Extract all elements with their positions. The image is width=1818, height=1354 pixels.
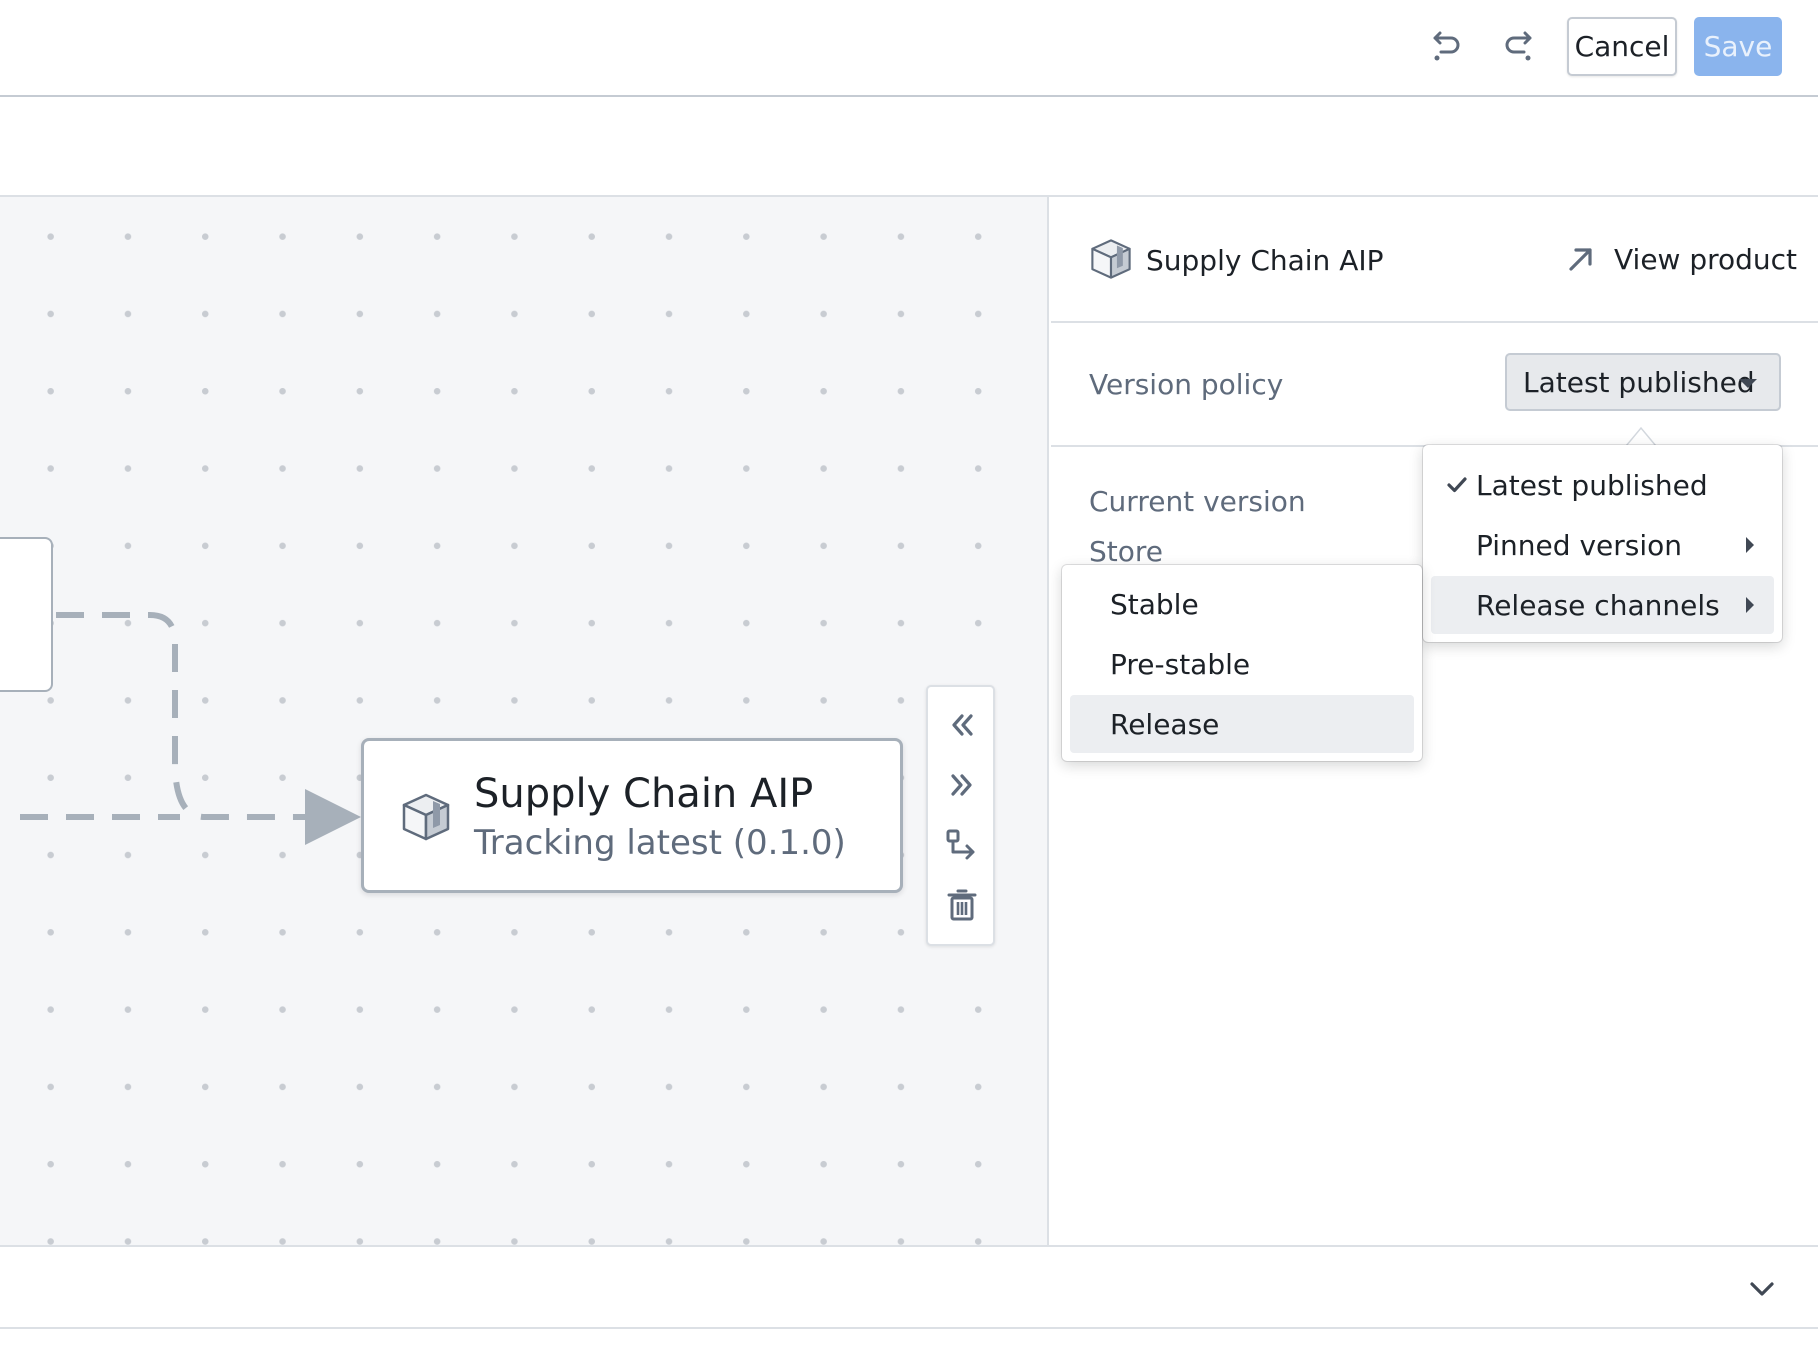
version-policy-value: Latest published [1523, 365, 1755, 399]
caret-right-icon [1746, 597, 1754, 613]
cube-icon [1091, 239, 1131, 279]
menu-item-label: Release [1110, 707, 1220, 741]
version-policy-row: Version policy Latest published [1051, 323, 1818, 447]
node-subtitle: Tracking latest (0.1.0) [474, 823, 846, 863]
cancel-button[interactable]: Cancel [1567, 17, 1677, 76]
top-toolbar: Cancel Save [0, 0, 1818, 97]
checkmark-icon [1447, 477, 1467, 493]
version-policy-select[interactable]: Latest published [1505, 353, 1781, 411]
view-product-label: View product [1614, 242, 1798, 276]
caret-right-icon [1746, 537, 1754, 553]
route-icon[interactable] [937, 820, 987, 870]
trash-icon[interactable] [937, 880, 987, 930]
channel-item-stable[interactable]: Stable [1070, 575, 1414, 633]
menu-item-label: Latest published [1476, 468, 1708, 502]
version-policy-label: Version policy [1089, 368, 1284, 401]
channel-item-release[interactable]: Release [1070, 695, 1414, 753]
menu-item-label: Pre-stable [1110, 647, 1251, 681]
view-product-link[interactable]: View product [1566, 237, 1797, 281]
menu-item-latest-published[interactable]: Latest published [1431, 456, 1774, 514]
menu-pointer [1626, 426, 1656, 446]
edges-layer [20, 612, 361, 845]
version-policy-menu: Latest published Pinned version Release … [1423, 445, 1782, 642]
expand-right-icon[interactable] [937, 760, 987, 810]
channel-item-pre-stable[interactable]: Pre-stable [1070, 635, 1414, 693]
arrow-top-right-icon [1569, 248, 1592, 271]
undo-icon[interactable] [1415, 17, 1475, 77]
cube-icon [402, 793, 450, 841]
caret-down-icon [1739, 379, 1757, 388]
collapse-left-icon[interactable] [937, 700, 987, 750]
graph-canvas[interactable]: Supply Chain AIP Tracking latest (0.1.0) [0, 197, 1049, 1245]
release-channels-submenu: Stable Pre-stable Release [1062, 565, 1422, 761]
store-label: Store [1089, 535, 1164, 568]
redo-icon[interactable] [1490, 17, 1550, 77]
chevron-down-icon[interactable] [1740, 1267, 1784, 1311]
secondary-toolbar [0, 97, 1818, 197]
bottom-bar [0, 1245, 1818, 1329]
redo-icon-graphic [1505, 31, 1532, 61]
menu-item-label: Pinned version [1476, 528, 1682, 562]
edge-arrowhead [305, 789, 361, 845]
current-version-label: Current version [1089, 485, 1306, 518]
menu-item-label: Release channels [1476, 588, 1720, 622]
undo-icon-graphic [1433, 31, 1460, 61]
product-title: Supply Chain AIP [1146, 244, 1384, 277]
menu-item-pinned-version[interactable]: Pinned version [1431, 516, 1774, 574]
menu-item-release-channels[interactable]: Release channels [1431, 576, 1774, 634]
upstream-node[interactable] [0, 537, 53, 692]
dashed-edge [56, 612, 305, 820]
node-title: Supply Chain AIP [474, 771, 814, 817]
save-button[interactable]: Save [1694, 17, 1782, 76]
node-toolbar [926, 685, 995, 946]
menu-item-label: Stable [1110, 587, 1199, 621]
panel-header: Supply Chain AIP View product [1051, 197, 1818, 323]
product-node[interactable]: Supply Chain AIP Tracking latest (0.1.0) [361, 738, 903, 893]
